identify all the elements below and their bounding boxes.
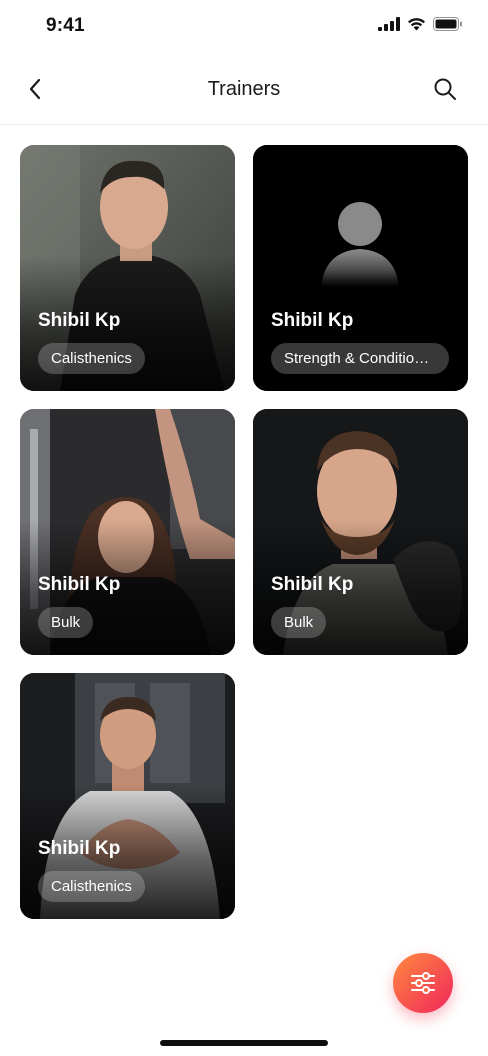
trainer-card[interactable]: Shibil Kp Calisthenics bbox=[20, 145, 235, 391]
header-divider bbox=[0, 124, 488, 125]
trainer-specialty-tag: Calisthenics bbox=[38, 871, 145, 902]
top-bar: Trainers bbox=[0, 62, 488, 120]
signal-icon bbox=[378, 17, 400, 31]
trainer-card[interactable]: Shibil Kp Calisthenics bbox=[20, 673, 235, 919]
page-title: Trainers bbox=[207, 78, 281, 100]
trainer-name: Shibil Kp bbox=[38, 838, 121, 859]
trainer-grid: Shibil Kp Calisthenics Shibil Kp Strengt… bbox=[20, 145, 469, 919]
trainer-name: Shibil Kp bbox=[271, 574, 354, 595]
status-icons bbox=[378, 17, 462, 31]
battery-icon bbox=[433, 17, 462, 31]
trainer-card[interactable]: Shibil Kp Bulk bbox=[20, 409, 235, 655]
search-icon bbox=[434, 78, 456, 100]
trainer-specialty-tag: Bulk bbox=[38, 607, 94, 638]
sliders-icon bbox=[411, 972, 435, 994]
trainer-specialty-tag: Calisthenics bbox=[38, 343, 145, 374]
status-bar: 9:41 bbox=[0, 0, 488, 52]
trainer-name: Shibil Kp bbox=[38, 574, 121, 595]
home-indicator bbox=[160, 1040, 328, 1046]
trainer-name: Shibil Kp bbox=[38, 310, 121, 331]
search-button[interactable] bbox=[430, 74, 460, 104]
trainer-card[interactable]: Shibil Kp Strength & Conditioni... bbox=[253, 145, 468, 391]
filter-button[interactable] bbox=[393, 953, 453, 1013]
status-time: 9:41 bbox=[46, 15, 85, 36]
wifi-icon bbox=[408, 18, 425, 31]
trainer-name: Shibil Kp bbox=[271, 310, 354, 331]
trainer-specialty-tag: Bulk bbox=[271, 607, 327, 638]
trainer-specialty-tag: Strength & Conditioni... bbox=[271, 343, 449, 374]
trainer-card[interactable]: Shibil Kp Bulk bbox=[253, 409, 468, 655]
